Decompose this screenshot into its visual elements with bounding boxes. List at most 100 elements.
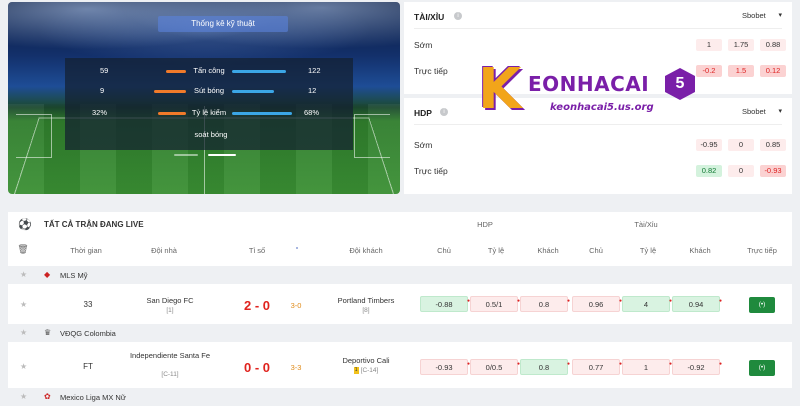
odds-tx-away[interactable]: -0.92 ● (672, 359, 722, 375)
odds-cell[interactable]: 0.82 (696, 165, 722, 177)
odds-cell[interactable]: 1.5 (728, 65, 754, 77)
match-stats-stadium: Thống kê kỹ thuật 59 Tấn công 122 9 Sút … (8, 2, 400, 194)
football-icon: ⚽ (18, 219, 32, 231)
match-time: FT (83, 362, 93, 371)
bookmaker-value: Sbobet (742, 11, 766, 20)
odds-cell[interactable]: 0.85 (760, 139, 786, 151)
col-hdp-rate: Tỷ lệ (487, 246, 505, 255)
stat-label: Tấn công (193, 66, 225, 75)
star-icon[interactable]: ★ (20, 300, 27, 309)
col-away: Đội khách (349, 246, 383, 255)
col-tx-rate: Tỷ lệ (639, 246, 657, 255)
star-icon[interactable]: ★ (20, 362, 27, 371)
match-row[interactable]: ★ FT Independiente Santa Fe [C-11] 0 - 0… (8, 348, 792, 386)
stat-away-bar (232, 112, 292, 115)
odds-value: 4 (643, 300, 649, 309)
odds-hdp-home[interactable]: -0.88 ● (420, 296, 470, 312)
away-team[interactable]: Deportivo Cali (316, 356, 416, 365)
stat-home-bar (154, 90, 186, 93)
odds-cell[interactable]: 0.88 (760, 39, 786, 51)
league-row[interactable]: ★ ✿ Mexico Liga MX Nữ (8, 388, 792, 406)
stat-away-value: 68% (304, 108, 320, 117)
group-header-hdp: HDP (477, 220, 493, 229)
odds-tx-away[interactable]: 0.94 ● (672, 296, 722, 312)
col-tx-home: Chủ (589, 246, 603, 255)
logo-word: EONHACAI (528, 72, 650, 96)
pager-dot-active[interactable] (208, 154, 236, 156)
odds-hdp-home[interactable]: -0.93 ● (420, 359, 470, 375)
odds-cell[interactable]: 0 (728, 165, 754, 177)
odds-tx-rate[interactable]: 1 ● (622, 359, 672, 375)
odds-hdp-rate[interactable]: 0.5/1 ● (470, 296, 520, 312)
star-icon[interactable]: ★ (20, 328, 27, 337)
odds-value: 1 (643, 363, 649, 372)
odds-value: -0.93 (435, 363, 453, 372)
stat-home-bar (166, 70, 186, 73)
col-tx-away: Khách (689, 246, 711, 255)
stat-home-value: 32% (92, 108, 108, 117)
away-team[interactable]: Portland Timbers (316, 296, 416, 305)
odds-hdp-away[interactable]: 0.8 ● (520, 296, 570, 312)
stat-row-shots: 9 Sút bóng 12 (8, 86, 400, 98)
odds-value: 0/0.5 (485, 363, 503, 372)
live-stream-button[interactable]: (•) (749, 360, 775, 376)
odds-value: 0.77 (588, 363, 604, 372)
odds-cell[interactable]: -0.95 (696, 139, 722, 151)
halftime-score: 3-3 (290, 363, 302, 372)
panel-title: TÀI/XỈU (414, 12, 445, 22)
col-live: Trực tiếp (747, 246, 777, 255)
info-icon[interactable]: i (440, 108, 448, 116)
pager-dot[interactable] (174, 154, 198, 156)
trash-icon[interactable]: 🗑 (16, 244, 30, 255)
stat-row-possession: 32% Tỷ lệ kiểm 68% (8, 108, 400, 120)
info-icon[interactable]: i (454, 12, 462, 20)
left-goal-area (16, 114, 52, 158)
bookmaker-select[interactable]: Sbobet ▾ (742, 10, 782, 22)
odds-value: 0.5/1 (485, 300, 503, 309)
odds-value: 0.8 (538, 300, 550, 309)
match-row[interactable]: ★ 33 San Diego FC [1] 2 - 0 3-0 Portland… (8, 290, 792, 320)
league-row[interactable]: ★ ◆ MLS Mỹ (8, 266, 792, 284)
league-name: VĐQG Colombia (60, 329, 116, 338)
star-icon[interactable]: ★ (20, 270, 27, 279)
home-rank: [C-11] (161, 371, 179, 378)
divider (414, 28, 782, 29)
colombia-logo-icon: ♛ (44, 328, 52, 337)
col-home: Đội nhà (151, 246, 177, 255)
col-time: Thời gian (70, 246, 102, 255)
halftime-score: 3-0 (290, 301, 302, 310)
match-time: 33 (83, 300, 93, 309)
odds-cell[interactable]: 1 (696, 39, 722, 51)
lock-icon: ● (718, 298, 722, 304)
league-row[interactable]: ★ ♛ VĐQG Colombia (8, 324, 792, 342)
lock-icon: ● (718, 361, 722, 367)
col-score: Tỉ số (248, 246, 266, 255)
odds-hdp-away[interactable]: 0.8 ● (520, 359, 570, 375)
col-hdp-away: Khách (537, 246, 559, 255)
odds-tx-home[interactable]: 0.77 ● (572, 359, 622, 375)
odds-hdp-rate[interactable]: 0/0.5 ● (470, 359, 520, 375)
league-name: MLS Mỹ (60, 271, 88, 280)
odds-value: -0.88 (435, 300, 453, 309)
odds-cell[interactable]: 0.12 (760, 65, 786, 77)
chevron-down-icon: ▾ (778, 108, 782, 115)
away-rank-group: 1 [C-14] (316, 367, 416, 374)
home-team[interactable]: San Diego FC (120, 296, 220, 305)
watermark-logo: K EONHACAI 5 keonhacai5.us.org (470, 58, 700, 128)
odds-cell[interactable]: -0.93 (760, 165, 786, 177)
row-label: Sớm (414, 40, 433, 50)
row-label: Trực tiếp (414, 66, 448, 76)
odds-value: 0.96 (588, 300, 604, 309)
stat-home-value: 59 (100, 66, 109, 75)
live-stream-button[interactable]: (•) (749, 297, 775, 313)
home-team[interactable]: Independiente Santa Fe (128, 351, 212, 360)
odds-cell[interactable]: 0 (728, 139, 754, 151)
odds-value: -0.92 (687, 363, 705, 372)
odds-tx-rate[interactable]: 4 ● (622, 296, 672, 312)
logo-letter: K (478, 57, 522, 122)
bookmaker-select[interactable]: Sbobet ▾ (742, 106, 782, 118)
row-label: Sớm (414, 140, 433, 150)
odds-cell[interactable]: 1.75 (728, 39, 754, 51)
odds-tx-home[interactable]: 0.96 ● (572, 296, 622, 312)
chevron-down-icon: ▾ (778, 12, 782, 19)
